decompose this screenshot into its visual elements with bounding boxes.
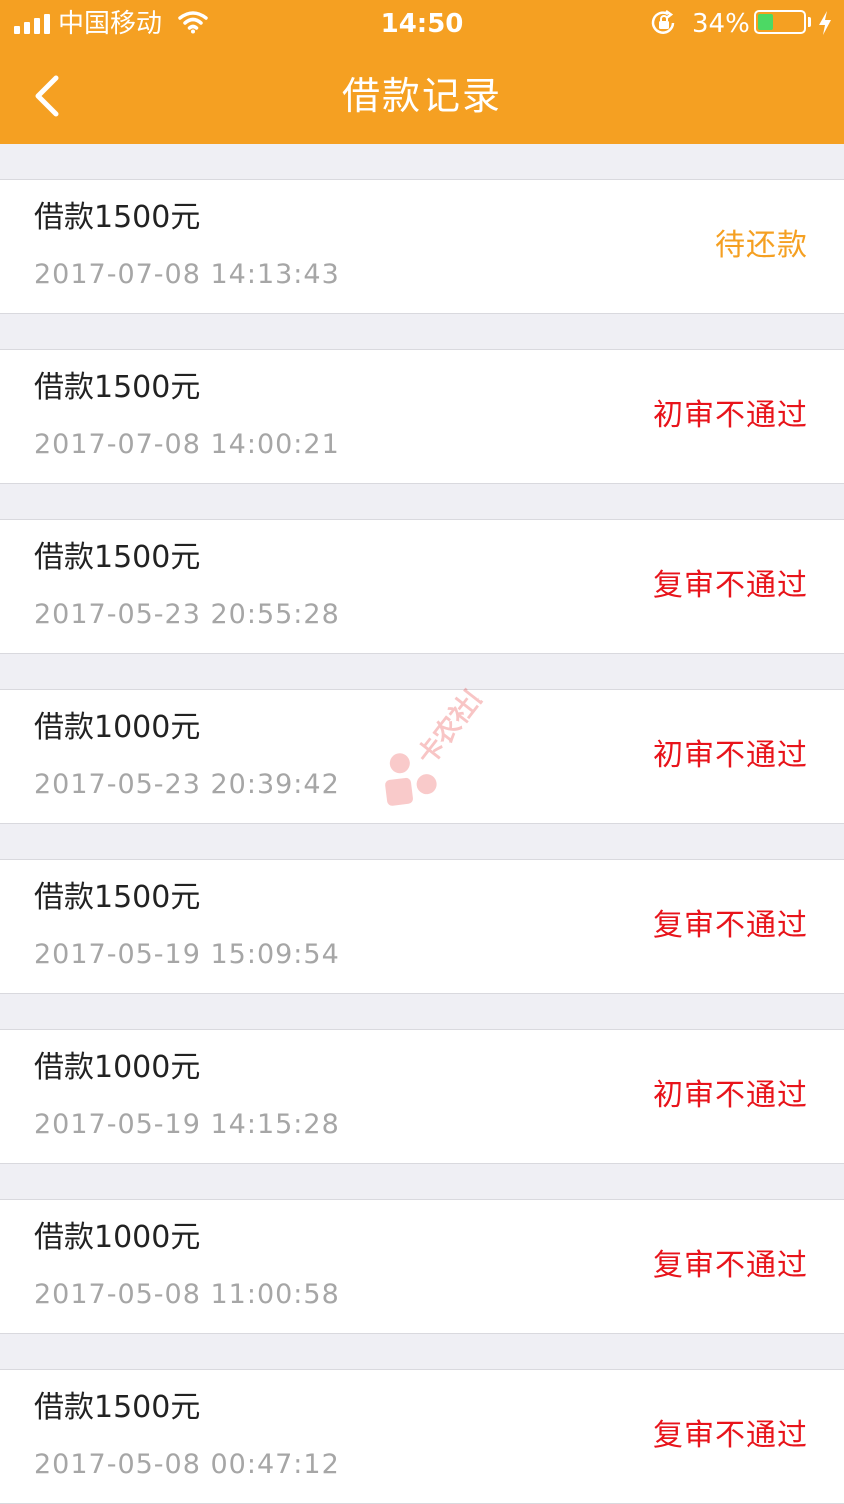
loan-timestamp: 2017-05-23 20:55:28	[34, 599, 340, 630]
loan-status: 复审不通过	[653, 1248, 808, 1283]
loan-amount: 借款1500元	[34, 880, 201, 915]
navigation-bar: 中国移动 14:50 34% 借款记录	[0, 0, 844, 144]
loan-status: 待还款	[715, 228, 808, 263]
battery-tip	[808, 17, 811, 27]
battery-level-fill	[758, 14, 773, 30]
loan-amount: 借款1500元	[34, 200, 201, 235]
loan-timestamp: 2017-05-08 11:00:58	[34, 1279, 340, 1310]
loan-amount: 借款1500元	[34, 540, 201, 575]
loan-record-row[interactable]: 借款1000元 2017-05-08 11:00:58 复审不通过	[0, 1199, 844, 1334]
rotation-lock-icon	[651, 10, 675, 34]
loan-amount: 借款1000元	[34, 1050, 201, 1085]
loan-status: 复审不通过	[653, 1418, 808, 1453]
loan-record-row[interactable]: 借款1000元 2017-05-19 14:15:28 初审不通过	[0, 1029, 844, 1164]
loan-timestamp: 2017-05-19 15:09:54	[34, 939, 340, 970]
loan-record-row[interactable]: 借款1500元 2017-07-08 14:13:43 待还款	[0, 179, 844, 314]
loan-record-row[interactable]: 借款1500元 2017-05-08 00:47:12 复审不通过	[0, 1369, 844, 1504]
loan-amount: 借款1500元	[34, 1390, 201, 1425]
loan-status: 复审不通过	[653, 908, 808, 943]
loan-timestamp: 2017-05-23 20:39:42	[34, 769, 340, 800]
loan-amount: 借款1500元	[34, 370, 201, 405]
loan-status: 初审不通过	[653, 1078, 808, 1113]
loan-record-row[interactable]: 借款1500元 2017-05-19 15:09:54 复审不通过	[0, 859, 844, 994]
loan-status: 初审不通过	[653, 738, 808, 773]
loan-amount: 借款1000元	[34, 710, 201, 745]
loan-status: 复审不通过	[653, 568, 808, 603]
loan-record-row[interactable]: 借款1500元 2017-07-08 14:00:21 初审不通过	[0, 349, 844, 484]
loan-timestamp: 2017-05-08 00:47:12	[34, 1449, 340, 1480]
loan-status: 初审不通过	[653, 398, 808, 433]
loan-timestamp: 2017-05-19 14:15:28	[34, 1109, 340, 1140]
loan-timestamp: 2017-07-08 14:13:43	[34, 259, 340, 290]
battery-icon	[754, 10, 806, 34]
charging-bolt-icon	[819, 11, 831, 35]
loan-record-row[interactable]: 借款1500元 2017-05-23 20:55:28 复审不通过	[0, 519, 844, 654]
loan-amount: 借款1000元	[34, 1220, 201, 1255]
loan-timestamp: 2017-07-08 14:00:21	[34, 429, 340, 460]
battery-percentage: 34%	[692, 9, 750, 39]
status-bar: 中国移动 14:50 34%	[0, 0, 844, 48]
page-title: 借款记录	[341, 74, 502, 118]
